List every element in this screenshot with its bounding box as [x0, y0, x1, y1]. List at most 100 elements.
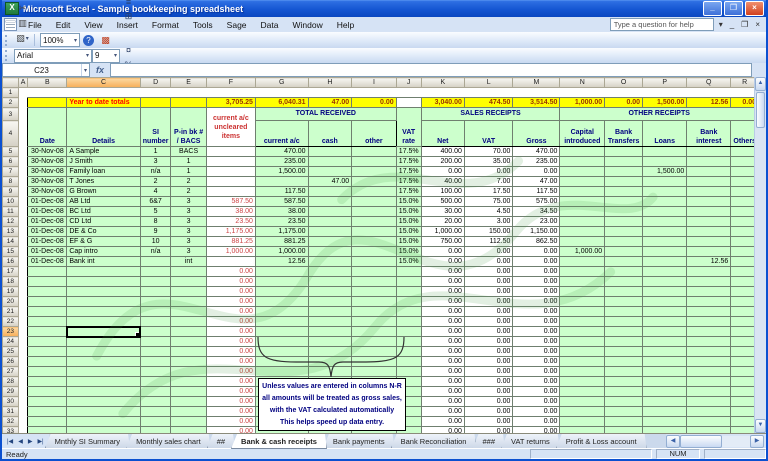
cell-J15[interactable]: 15.0% [396, 247, 421, 257]
cell-I2[interactable]: 0.00 [352, 98, 397, 108]
cell-G21[interactable] [255, 307, 308, 317]
cell-N11[interactable] [560, 207, 605, 217]
cell-G7[interactable]: 1,500.00 [255, 167, 308, 177]
cell-Q10[interactable] [687, 197, 731, 207]
col-header-Q[interactable]: Q [687, 78, 731, 88]
col-header-K[interactable]: K [421, 78, 464, 88]
cell-N12[interactable] [560, 217, 605, 227]
cell-B20[interactable] [28, 297, 67, 307]
cell-M26[interactable]: 0.00 [513, 357, 560, 367]
cell-G25[interactable] [255, 347, 308, 357]
horizontal-scrollbar[interactable]: ◀ ▶ [666, 434, 766, 449]
cell-K5[interactable]: 400.00 [421, 147, 464, 157]
cell-Q28[interactable] [687, 377, 731, 387]
cell-L22[interactable]: 0.00 [464, 317, 513, 327]
cell-P8[interactable] [643, 177, 687, 187]
cell-F16[interactable] [206, 257, 255, 267]
cell-K25[interactable]: 0.00 [421, 347, 464, 357]
cell-G13[interactable]: 1,175.00 [255, 227, 308, 237]
cell-F21[interactable]: 0.00 [206, 307, 255, 317]
cut-button[interactable]: ✂ [15, 1, 31, 16]
header-vat-rate[interactable]: VAT rate [396, 108, 421, 147]
cell-J19[interactable] [396, 287, 421, 297]
cell-C17[interactable] [67, 267, 140, 277]
cell-C27[interactable] [67, 367, 140, 377]
cell-N10[interactable] [560, 197, 605, 207]
cell-P22[interactable] [643, 317, 687, 327]
row-header-16[interactable]: 16 [3, 257, 19, 267]
cell-N20[interactable] [560, 297, 605, 307]
cell-L27[interactable]: 0.00 [464, 367, 513, 377]
cell-N26[interactable] [560, 357, 605, 367]
row-header-7[interactable]: 7 [3, 167, 19, 177]
cell-G5[interactable]: 470.00 [255, 147, 308, 157]
cell-O17[interactable] [605, 267, 643, 277]
cell-L13[interactable]: 150.00 [464, 227, 513, 237]
cell-D20[interactable] [140, 297, 171, 307]
cell-B23[interactable] [28, 327, 67, 337]
cell-P25[interactable] [643, 347, 687, 357]
cell-J12[interactable]: 15.0% [396, 217, 421, 227]
cell-K23[interactable]: 0.00 [421, 327, 464, 337]
row-header-21[interactable]: 21 [3, 307, 19, 317]
cell-P5[interactable] [643, 147, 687, 157]
cell-G20[interactable] [255, 297, 308, 307]
cell-M16[interactable]: 0.00 [513, 257, 560, 267]
cell-O10[interactable] [605, 197, 643, 207]
row-header-27[interactable]: 27 [3, 367, 19, 377]
cell-D14[interactable]: 10 [140, 237, 171, 247]
cell-L21[interactable]: 0.00 [464, 307, 513, 317]
formula-input[interactable] [110, 63, 752, 77]
cell-O15[interactable] [605, 247, 643, 257]
cell-H22[interactable] [308, 317, 352, 327]
cell-H18[interactable] [308, 277, 352, 287]
toolbar-grip[interactable] [5, 35, 11, 46]
menu-format[interactable]: Format [145, 19, 186, 31]
cell-M15[interactable]: 0.00 [513, 247, 560, 257]
cell-I18[interactable] [352, 277, 397, 287]
font-name-select[interactable]: Arial ▾ [14, 49, 92, 63]
align-right-button[interactable]: ≡ [121, 0, 137, 9]
cell-K13[interactable]: 1,000.00 [421, 227, 464, 237]
cell-N27[interactable] [560, 367, 605, 377]
cell-D31[interactable] [140, 407, 171, 417]
menu-edit[interactable]: Edit [49, 19, 78, 31]
cell-K16[interactable]: 0.00 [421, 257, 464, 267]
cell-L32[interactable]: 0.00 [464, 417, 513, 427]
cell-B14[interactable]: 01-Dec-08 [28, 237, 67, 247]
cell-Q31[interactable] [687, 407, 731, 417]
cell-H7[interactable] [308, 167, 352, 177]
cell-Q8[interactable] [687, 177, 731, 187]
cell-C28[interactable] [67, 377, 140, 387]
cell-N13[interactable] [560, 227, 605, 237]
cell-N8[interactable] [560, 177, 605, 187]
cell-D29[interactable] [140, 387, 171, 397]
cell-M20[interactable]: 0.00 [513, 297, 560, 307]
cell-O20[interactable] [605, 297, 643, 307]
cell-P11[interactable] [643, 207, 687, 217]
cell-F7[interactable] [206, 167, 255, 177]
menu-sage[interactable]: Sage [220, 19, 254, 31]
cell-Q26[interactable] [687, 357, 731, 367]
cell-L25[interactable]: 0.00 [464, 347, 513, 357]
cell-G27[interactable] [255, 367, 308, 377]
cell-P24[interactable] [643, 337, 687, 347]
cell-H8[interactable]: 47.00 [308, 177, 352, 187]
cell-E28[interactable] [171, 377, 206, 387]
cell-Q12[interactable] [687, 217, 731, 227]
next-sheet-button[interactable]: ▶ [26, 438, 35, 445]
cell-D21[interactable] [140, 307, 171, 317]
cell-P15[interactable] [643, 247, 687, 257]
row-header-25[interactable]: 25 [3, 347, 19, 357]
header-other-receipts[interactable]: OTHER RECEIPTS [560, 108, 759, 121]
cell-K24[interactable]: 0.00 [421, 337, 464, 347]
cell-B11[interactable]: 01-Dec-08 [28, 207, 67, 217]
cell-N18[interactable] [560, 277, 605, 287]
cell-H12[interactable] [308, 217, 352, 227]
cell-M8[interactable]: 47.00 [513, 177, 560, 187]
cell-L23[interactable]: 0.00 [464, 327, 513, 337]
font-size-select[interactable]: 9 ▾ [92, 49, 120, 63]
cell-E17[interactable] [171, 267, 206, 277]
cell-P30[interactable] [643, 397, 687, 407]
cell-F25[interactable]: 0.00 [206, 347, 255, 357]
